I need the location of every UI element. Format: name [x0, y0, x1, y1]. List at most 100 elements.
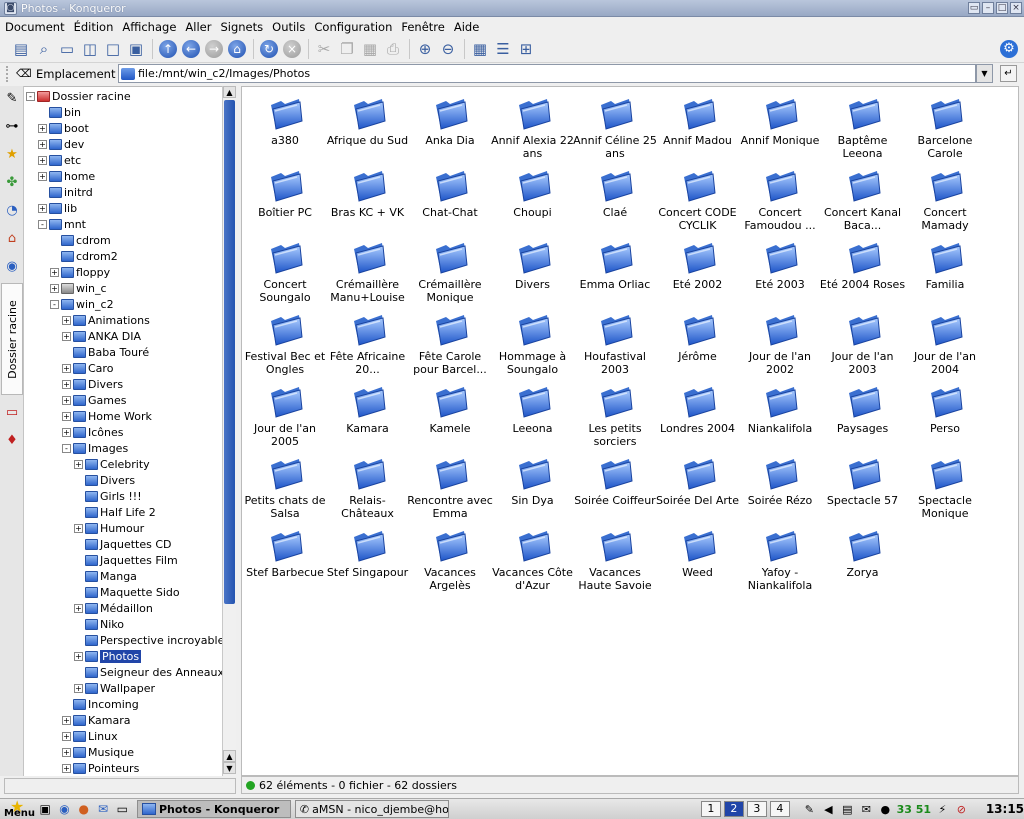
- tree-item[interactable]: Divers: [74, 472, 135, 488]
- location-dropdown-button[interactable]: ▼: [976, 64, 993, 83]
- folder-item[interactable]: Festival Bec et Ongles: [245, 309, 325, 377]
- tree-item[interactable]: - Images: [62, 440, 128, 456]
- folder-item[interactable]: Jérôme: [658, 309, 738, 377]
- expand-toggle[interactable]: +: [38, 203, 47, 213]
- tree-item[interactable]: Jaquettes Film: [74, 552, 178, 568]
- home-folder-icon[interactable]: ⌂: [1, 227, 23, 249]
- special-icon[interactable]: ♦: [1, 429, 23, 451]
- desktop-icon[interactable]: ▣: [37, 800, 54, 818]
- folder-item[interactable]: Niankalifola: [740, 381, 820, 449]
- tab-root-folder[interactable]: Dossier racine: [1, 283, 23, 395]
- menu-aide[interactable]: Aide: [449, 20, 483, 34]
- tree-item[interactable]: + floppy: [50, 264, 110, 280]
- expand-toggle[interactable]: +: [74, 459, 83, 469]
- cpu-monitor[interactable]: 33 51: [896, 801, 932, 818]
- clear-location-icon[interactable]: ⌫: [16, 67, 32, 81]
- folder-item[interactable]: Vacances Côte d'Azur: [492, 525, 573, 593]
- tree-item[interactable]: + dev: [38, 136, 84, 152]
- folder-item[interactable]: Kamele: [410, 381, 490, 449]
- tree-item[interactable]: + Linux: [62, 728, 118, 744]
- cut-icon[interactable]: ✂: [313, 38, 335, 60]
- tree-item[interactable]: + Musique: [62, 744, 134, 760]
- folder-item[interactable]: Concert CODE CYCLIK: [658, 165, 738, 233]
- folder-item[interactable]: Les petits sorciers: [575, 381, 655, 449]
- tree-item[interactable]: Manga: [74, 568, 137, 584]
- expand-toggle[interactable]: +: [62, 731, 71, 741]
- folder-item[interactable]: Choupi: [493, 165, 573, 233]
- network-icon[interactable]: ▤: [839, 801, 856, 818]
- sidebar-toggle-icon[interactable]: ▤: [10, 38, 32, 60]
- folder-item[interactable]: Crémaillère Monique: [410, 237, 490, 305]
- menu-outils[interactable]: Outils: [267, 20, 309, 34]
- folder-item[interactable]: Weed: [658, 525, 738, 593]
- expand-toggle[interactable]: +: [74, 651, 83, 661]
- tree-item[interactable]: Maquette Sido: [74, 584, 180, 600]
- tree-item[interactable]: + Home Work: [62, 408, 152, 424]
- folder-item[interactable]: Stef Singapour: [327, 525, 408, 593]
- tree-item[interactable]: bin: [38, 104, 81, 120]
- folder-item[interactable]: Bras KC + VK: [328, 165, 408, 233]
- menu-configuration[interactable]: Configuration: [309, 20, 396, 34]
- detail-view-icon[interactable]: ☰: [492, 38, 514, 60]
- expand-toggle[interactable]: +: [38, 155, 47, 165]
- toolbar-grip[interactable]: [6, 66, 10, 82]
- tree-item[interactable]: Girls !!!: [74, 488, 142, 504]
- tree-item[interactable]: + Photos: [74, 648, 142, 664]
- scroll-down-arrow[interactable]: ▼: [223, 762, 236, 774]
- split-vertical-icon[interactable]: ◫: [79, 38, 101, 60]
- menu-document[interactable]: Document: [0, 20, 69, 34]
- collapse-toggle[interactable]: -: [38, 219, 47, 229]
- icon-view-icon[interactable]: ▦: [469, 38, 491, 60]
- folder-item[interactable]: Paysages: [823, 381, 903, 449]
- folder-item[interactable]: Kamara: [328, 381, 408, 449]
- folder-item[interactable]: a380: [245, 93, 325, 161]
- tree-item[interactable]: - Dossier racine: [26, 88, 131, 104]
- trash-icon[interactable]: ▭: [1, 401, 23, 423]
- desktop-4[interactable]: 4: [769, 801, 790, 817]
- tree-item[interactable]: + Divers: [62, 376, 123, 392]
- folder-item[interactable]: Leeona: [493, 381, 573, 449]
- tree-item[interactable]: Perspective incroyable: [74, 632, 222, 648]
- task-amsn[interactable]: ✆ aMSN - nico_djembe@hotm: [294, 800, 449, 818]
- maximize-button[interactable]: □: [996, 2, 1008, 14]
- folder-item[interactable]: Spectacle 57: [823, 453, 903, 521]
- folder-item[interactable]: Soirée Rézo: [740, 453, 820, 521]
- folder-item[interactable]: Sin Dya: [493, 453, 573, 521]
- shade-button[interactable]: ▭: [968, 2, 980, 14]
- folder-item[interactable]: Eté 2004 Roses: [820, 237, 905, 305]
- folder-item[interactable]: Crémaillère Manu+Louise: [328, 237, 408, 305]
- sidebar-config-icon[interactable]: ✎: [1, 87, 23, 109]
- folder-item[interactable]: Spectacle Monique: [905, 453, 985, 521]
- expand-toggle[interactable]: +: [62, 315, 71, 325]
- expand-toggle[interactable]: +: [62, 411, 71, 421]
- firefox-icon[interactable]: ●: [75, 800, 92, 818]
- tree-item[interactable]: - win_c2: [50, 296, 114, 312]
- folder-item[interactable]: Boîtier PC: [245, 165, 325, 233]
- folder-item[interactable]: Eté 2003: [740, 237, 820, 305]
- tree-item[interactable]: + lib: [38, 200, 77, 216]
- folder-item[interactable]: Annif Monique: [740, 93, 820, 161]
- expand-toggle[interactable]: +: [38, 123, 47, 133]
- tree-item[interactable]: + Kamara: [62, 712, 130, 728]
- tree-scrollbar[interactable]: ▲ ▲ ▼: [222, 86, 236, 776]
- folder-item[interactable]: Eté 2002: [658, 237, 738, 305]
- tree-item[interactable]: + boot: [38, 120, 89, 136]
- folder-item[interactable]: Jour de l'an 2003: [823, 309, 903, 377]
- tree-item[interactable]: Baba Touré: [62, 344, 149, 360]
- folder-item[interactable]: Zorya: [823, 525, 903, 593]
- expand-toggle[interactable]: +: [74, 523, 83, 533]
- expand-toggle[interactable]: +: [38, 139, 47, 149]
- folder-item[interactable]: Anka Dia: [410, 93, 490, 161]
- konqueror-icon[interactable]: ◉: [56, 800, 73, 818]
- menu-affichage[interactable]: Affichage: [117, 20, 180, 34]
- collapse-toggle[interactable]: -: [62, 443, 71, 453]
- folder-item[interactable]: Barcelone Carole: [905, 93, 985, 161]
- expand-toggle[interactable]: +: [74, 603, 83, 613]
- menu-fenetre[interactable]: Fenêtre: [396, 20, 448, 34]
- folder-item[interactable]: Jour de l'an 2005: [245, 381, 325, 449]
- paste-icon[interactable]: ▦: [359, 38, 381, 60]
- console-icon[interactable]: ▣: [125, 38, 147, 60]
- zoom-in-icon[interactable]: ⊕: [414, 38, 436, 60]
- desktop-2[interactable]: 2: [723, 801, 744, 817]
- tree-item[interactable]: initrd: [38, 184, 93, 200]
